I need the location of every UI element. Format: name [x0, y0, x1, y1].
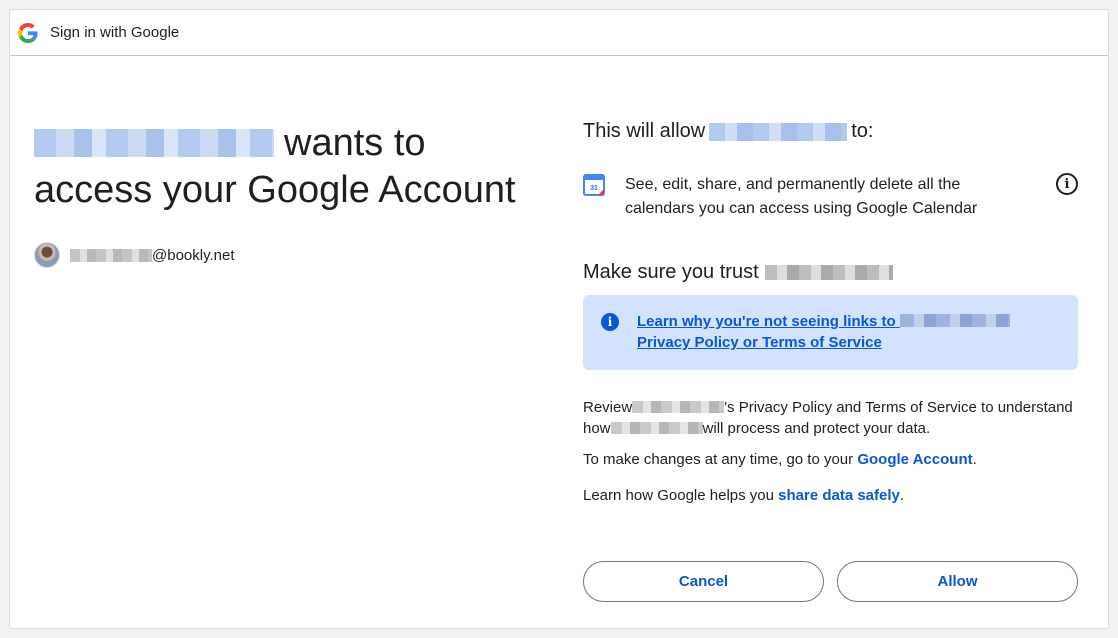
notice-suffix: Privacy Policy or Terms of Service — [637, 334, 882, 351]
cancel-button[interactable]: Cancel — [583, 561, 824, 602]
google-calendar-icon: 31 — [583, 174, 605, 196]
scope-description: See, edit, share, and permanently delete… — [625, 176, 978, 217]
changes-text: To make changes at any time, go to your … — [583, 451, 1078, 468]
scopes-intro-prefix: This will allow — [583, 120, 706, 142]
scopes-intro-suffix: to: — [851, 120, 874, 142]
left-panel: wants to access your Google Account @boo… — [34, 120, 554, 268]
allow-button[interactable]: Allow — [837, 561, 1078, 602]
account-email-domain: @bookly.net — [152, 246, 235, 264]
changes-suffix: . — [972, 451, 977, 468]
changes-prefix: To make changes at any time, go to your — [583, 451, 858, 468]
titlebar: Sign in with Google — [10, 10, 1108, 56]
redacted-app-name-review2 — [610, 422, 703, 434]
info-icon[interactable]: i — [1056, 173, 1078, 195]
notice-prefix: Learn why you're not seeing links to — [637, 313, 896, 330]
redacted-app-name-trust — [764, 265, 893, 280]
policy-notice: i Learn why you're not seeing links to P… — [583, 295, 1078, 370]
avatar — [34, 242, 60, 268]
redacted-app-name-link — [899, 314, 1010, 327]
learn-prefix: Learn how Google helps you — [583, 487, 779, 504]
headline-suffix: wants to — [284, 122, 426, 164]
page-title: wants to access your Google Account — [34, 120, 554, 214]
account-chip[interactable]: @bookly.net — [34, 242, 554, 268]
review-part1: Review — [583, 399, 633, 416]
svg-text:31: 31 — [590, 185, 598, 192]
google-account-link[interactable]: Google Account — [857, 451, 972, 468]
review-text: Review's Privacy Policy and Terms of Ser… — [583, 397, 1078, 439]
oauth-consent-window: Sign in with Google wants to access your… — [9, 9, 1109, 629]
learn-text: Learn how Google helps you share data sa… — [583, 487, 1078, 504]
scope-item: 31 See, edit, share, and permanently del… — [583, 173, 1078, 221]
google-g-icon — [17, 22, 39, 44]
trust-title: Make sure you trust — [583, 261, 759, 283]
review-part3: will process and protect your data. — [702, 420, 931, 437]
redacted-app-name-review — [632, 401, 725, 413]
redacted-app-name — [34, 129, 274, 157]
action-buttons: Cancel Allow — [583, 561, 1078, 602]
trust-heading: Make sure you trust — [583, 261, 1078, 284]
headline-line2: access your Google Account — [34, 169, 516, 211]
window-title: Sign in with Google — [50, 24, 180, 41]
redacted-email-user — [70, 248, 152, 262]
scopes-intro: This will allow to: — [583, 120, 1078, 143]
learn-suffix: . — [899, 487, 905, 504]
redacted-app-name-inline — [709, 122, 848, 141]
learn-why-link[interactable]: Learn why you're not seeing links to Pri… — [637, 311, 1060, 353]
share-data-safely-link[interactable]: share data safely — [778, 487, 900, 504]
right-panel: This will allow to: 31 See, edit, share,… — [583, 120, 1078, 504]
info-filled-icon: i — [601, 313, 619, 331]
